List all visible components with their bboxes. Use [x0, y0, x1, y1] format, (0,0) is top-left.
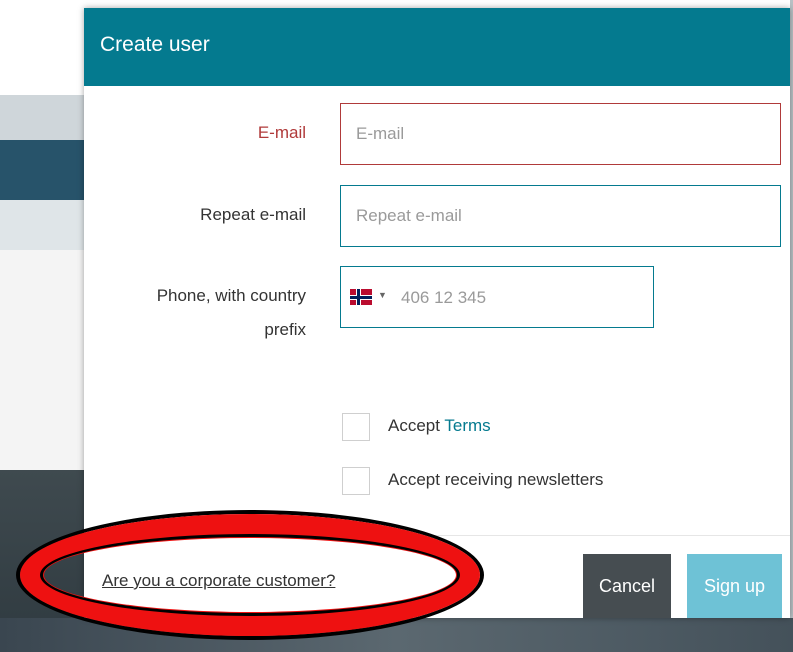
- corporate-customer-link[interactable]: Are you a corporate customer?: [102, 571, 335, 591]
- accept-terms-prefix: Accept: [388, 416, 445, 435]
- repeat-email-label: Repeat e-mail: [200, 205, 306, 224]
- email-input[interactable]: [340, 103, 781, 165]
- phone-label-line2: prefix: [264, 320, 306, 339]
- norway-flag-icon[interactable]: [350, 289, 372, 305]
- newsletters-checkbox[interactable]: [342, 467, 370, 495]
- caret-down-icon[interactable]: ▼: [378, 290, 387, 300]
- email-label: E-mail: [257, 123, 306, 142]
- signup-button[interactable]: Sign up: [687, 554, 782, 618]
- phone-input[interactable]: [399, 267, 643, 329]
- repeat-email-input[interactable]: [340, 185, 781, 247]
- phone-label-line1: Phone, with country: [156, 286, 306, 305]
- dialog-header: Create user: [84, 8, 790, 86]
- cancel-button[interactable]: Cancel: [583, 554, 671, 618]
- accept-terms-label: Accept Terms: [388, 416, 491, 436]
- phone-field: ▼: [340, 266, 654, 329]
- footer-divider: [84, 535, 790, 536]
- terms-link[interactable]: Terms: [444, 416, 490, 435]
- accept-terms-checkbox[interactable]: [342, 413, 370, 441]
- background-page-left: [0, 0, 84, 652]
- dialog-title: Create user: [100, 33, 210, 56]
- create-user-dialog: Create user E-mail Repeat e-mail Phone, …: [84, 8, 790, 618]
- newsletters-label: Accept receiving newsletters: [388, 470, 604, 489]
- background-page-bottom: [0, 618, 793, 652]
